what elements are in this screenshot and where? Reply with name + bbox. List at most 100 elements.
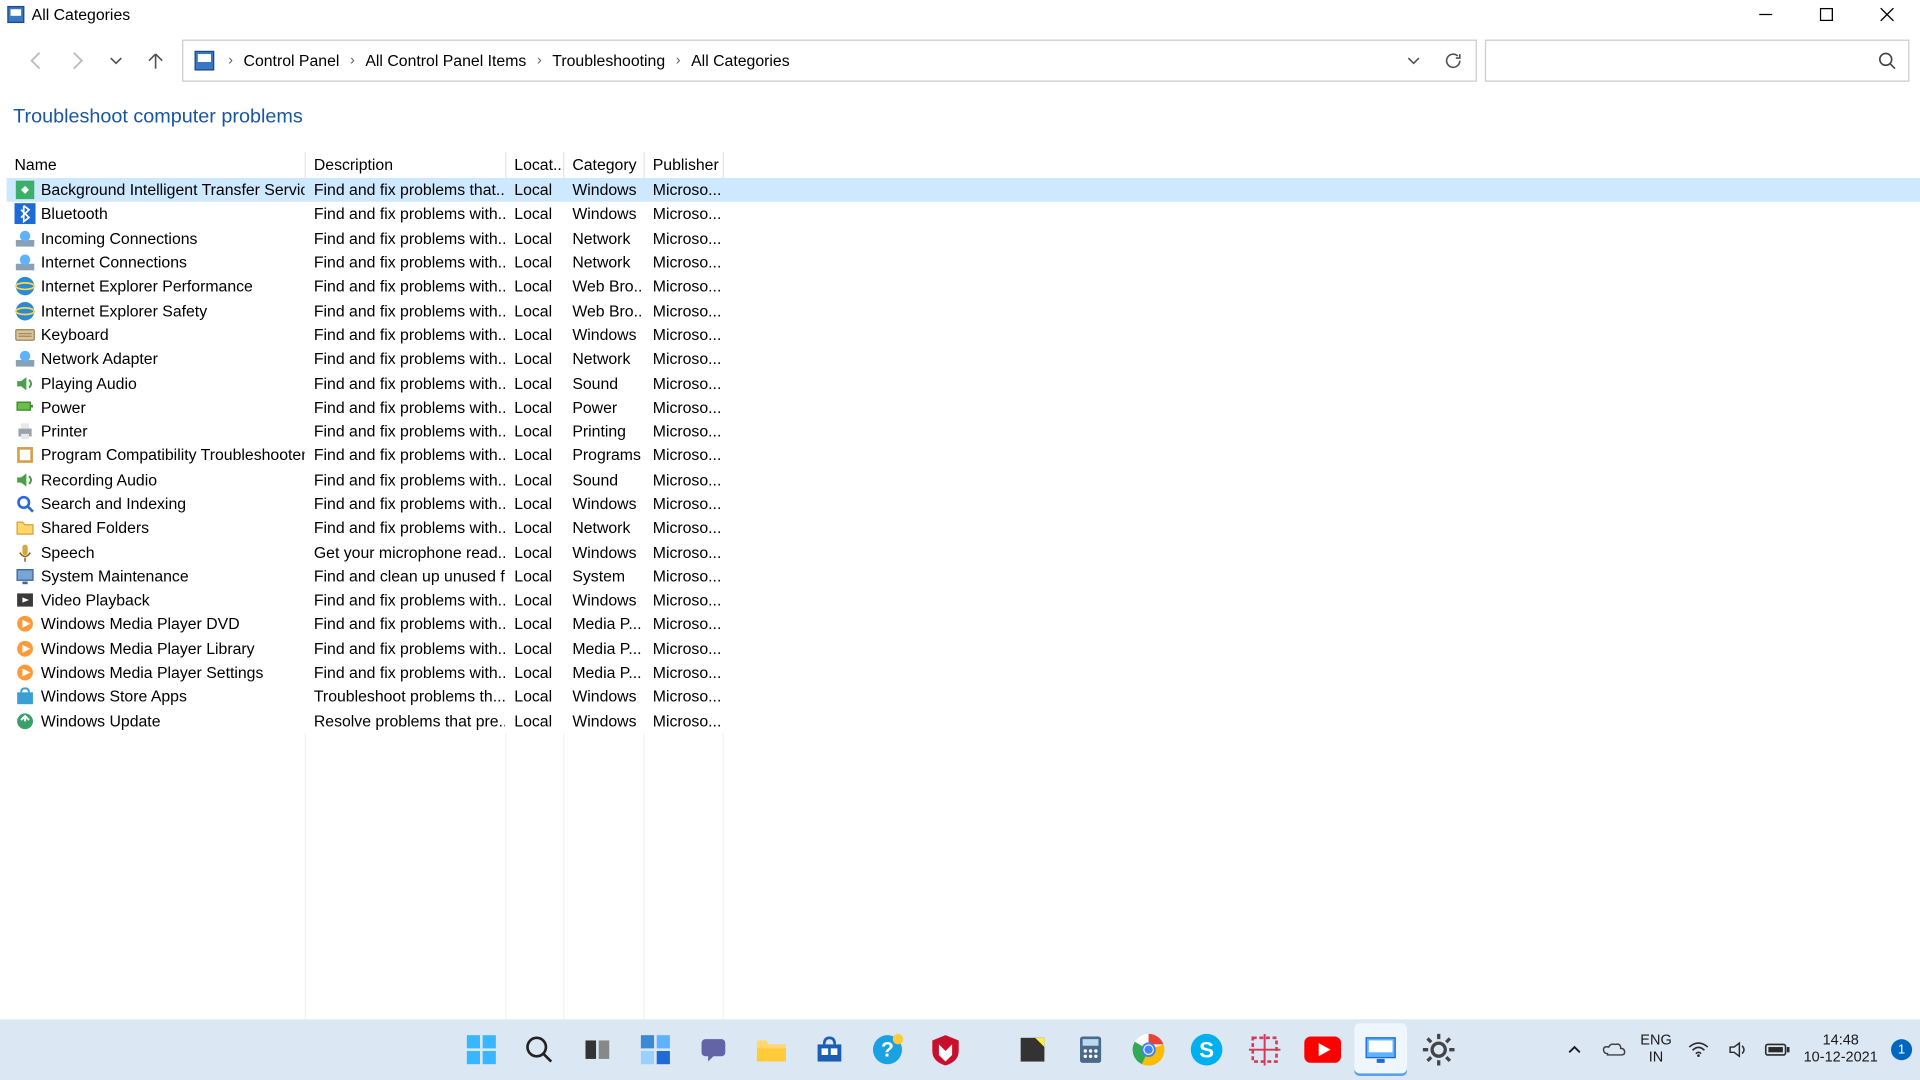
breadcrumb-item[interactable]: Control Panel <box>241 49 342 73</box>
close-button[interactable] <box>1857 0 1918 29</box>
address-bar[interactable]: › Control Panel › All Control Panel Item… <box>182 40 1477 82</box>
table-row[interactable]: System MaintenanceFind and clean up unus… <box>7 564 1920 588</box>
row-category: System <box>564 564 644 588</box>
column-description[interactable]: Description <box>306 152 506 178</box>
row-location: Local <box>506 516 564 540</box>
table-row[interactable]: Shared FoldersFind and fix problems with… <box>7 516 1920 540</box>
table-row[interactable]: SpeechGet your microphone read...LocalWi… <box>7 540 1920 564</box>
taskbar-search-button[interactable] <box>513 1023 566 1076</box>
row-location: Local <box>506 612 564 636</box>
row-description: Find and fix problems with... <box>306 588 506 612</box>
column-location[interactable]: Locat... <box>506 152 564 178</box>
row-category: Printing <box>564 419 644 443</box>
table-row[interactable]: KeyboardFind and fix problems with...Loc… <box>7 323 1920 347</box>
row-description: Find and fix problems with... <box>306 347 506 371</box>
table-row[interactable]: Windows Media Player SettingsFind and fi… <box>7 661 1920 685</box>
taskbar-snip-button[interactable] <box>1238 1023 1291 1076</box>
wifi-icon[interactable] <box>1685 1036 1711 1062</box>
table-row[interactable]: Incoming ConnectionsFind and fix problem… <box>7 226 1920 250</box>
chevron-right-icon[interactable]: › <box>228 53 233 69</box>
taskbar-widgets-button[interactable] <box>629 1023 682 1076</box>
volume-icon[interactable] <box>1724 1036 1750 1062</box>
taskbar-explorer-button[interactable] <box>745 1023 798 1076</box>
column-category[interactable]: Category <box>564 152 644 178</box>
row-description: Find and fix problems with... <box>306 202 506 226</box>
taskbar-chrome-button[interactable] <box>1122 1023 1175 1076</box>
search-box[interactable] <box>1485 40 1910 82</box>
maximize-button[interactable] <box>1796 0 1857 29</box>
taskbar-mcafee-button[interactable] <box>919 1023 972 1076</box>
chevron-right-icon[interactable]: › <box>676 53 681 69</box>
table-row[interactable]: Windows Media Player LibraryFind and fix… <box>7 636 1920 660</box>
minimize-button[interactable] <box>1735 0 1796 29</box>
titlebar: All Categories <box>0 0 1920 29</box>
battery-icon[interactable] <box>1764 1036 1790 1062</box>
table-row[interactable]: Program Compatibility TroubleshooterFind… <box>7 443 1920 467</box>
window-title: All Categories <box>32 5 131 23</box>
column-name[interactable]: Name <box>7 152 306 178</box>
taskbar-help-button[interactable]: ? <box>861 1023 914 1076</box>
taskbar-youtube-button[interactable] <box>1296 1023 1349 1076</box>
taskbar-taskview-button[interactable] <box>571 1023 624 1076</box>
table-row[interactable]: Background Intelligent Transfer ServiceF… <box>7 178 1920 202</box>
tray-overflow-button[interactable] <box>1561 1036 1587 1062</box>
table-row[interactable]: BluetoothFind and fix problems with...Lo… <box>7 202 1920 226</box>
audio-icon <box>15 469 36 490</box>
forward-button[interactable] <box>58 42 95 79</box>
row-name: Printer <box>41 422 88 440</box>
column-headers: Name Description Locat... Category Publi… <box>0 152 1920 178</box>
row-name: Search and Indexing <box>41 495 186 513</box>
notification-badge[interactable]: 1 <box>1891 1039 1912 1060</box>
onedrive-icon[interactable] <box>1601 1036 1627 1062</box>
row-category: Network <box>564 250 644 274</box>
taskbar-notes-button[interactable] <box>1006 1023 1059 1076</box>
up-button[interactable] <box>137 42 174 79</box>
chevron-right-icon[interactable]: › <box>537 53 542 69</box>
svg-text:?: ? <box>881 1038 894 1061</box>
table-row[interactable]: Internet Explorer PerformanceFind and fi… <box>7 275 1920 299</box>
table-row[interactable]: Recording AudioFind and fix problems wit… <box>7 468 1920 492</box>
row-publisher: Microso... <box>645 636 724 660</box>
chat-icon <box>698 1034 730 1066</box>
back-button[interactable] <box>18 42 55 79</box>
table-row[interactable]: Search and IndexingFind and fix problems… <box>7 492 1920 516</box>
row-category: Web Bro... <box>564 275 644 299</box>
column-publisher[interactable]: Publisher <box>645 152 724 178</box>
table-row[interactable]: Windows Media Player DVDFind and fix pro… <box>7 612 1920 636</box>
history-dropdown-button[interactable] <box>1394 41 1434 81</box>
breadcrumb-item[interactable]: All Categories <box>688 49 792 73</box>
table-row[interactable]: Windows Store AppsTroubleshoot problems … <box>7 685 1920 709</box>
taskbar-settings-button[interactable] <box>1412 1023 1465 1076</box>
language-indicator[interactable]: ENGIN <box>1640 1033 1671 1067</box>
row-name: Video Playback <box>41 591 150 609</box>
help-icon: ? <box>870 1033 904 1067</box>
row-name: System Maintenance <box>41 567 189 585</box>
row-location: Local <box>506 178 564 202</box>
taskbar: ? S ENGIN 14:4810-12-2021 1 <box>0 1019 1920 1080</box>
table-row[interactable]: Windows UpdateResolve problems that pre.… <box>7 709 1920 733</box>
taskbar-chat-button[interactable] <box>687 1023 740 1076</box>
table-row[interactable]: Network AdapterFind and fix problems wit… <box>7 347 1920 371</box>
table-row[interactable]: PrinterFind and fix problems with...Loca… <box>7 419 1920 443</box>
table-row[interactable]: Playing AudioFind and fix problems with.… <box>7 371 1920 395</box>
taskbar-store-button[interactable] <box>803 1023 856 1076</box>
breadcrumb-item[interactable]: All Control Panel Items <box>363 49 529 73</box>
taskbar-skype-button[interactable]: S <box>1180 1023 1233 1076</box>
search-icon[interactable] <box>1877 50 1898 71</box>
clock[interactable]: 14:4810-12-2021 <box>1804 1033 1878 1067</box>
table-row[interactable]: PowerFind and fix problems with...LocalP… <box>7 395 1920 419</box>
table-row[interactable]: Internet ConnectionsFind and fix problem… <box>7 250 1920 274</box>
refresh-button[interactable] <box>1433 41 1473 81</box>
table-row[interactable]: Video Playback Find and fix problems with… <box>7 588 1920 612</box>
row-name: Playing Audio <box>41 374 137 392</box>
table-row[interactable]: Internet Explorer SafetyFind and fix pro… <box>7 299 1920 323</box>
row-category: Windows <box>564 178 644 202</box>
taskbar-controlpanel-button[interactable] <box>1354 1023 1407 1076</box>
program-icon <box>15 445 36 466</box>
row-name: Speech <box>41 543 95 561</box>
taskbar-calculator-button[interactable] <box>1064 1023 1117 1076</box>
chevron-right-icon[interactable]: › <box>350 53 355 69</box>
breadcrumb-item[interactable]: Troubleshooting <box>550 49 668 73</box>
recent-locations-button[interactable] <box>98 42 135 79</box>
taskbar-start-button[interactable] <box>455 1023 508 1076</box>
